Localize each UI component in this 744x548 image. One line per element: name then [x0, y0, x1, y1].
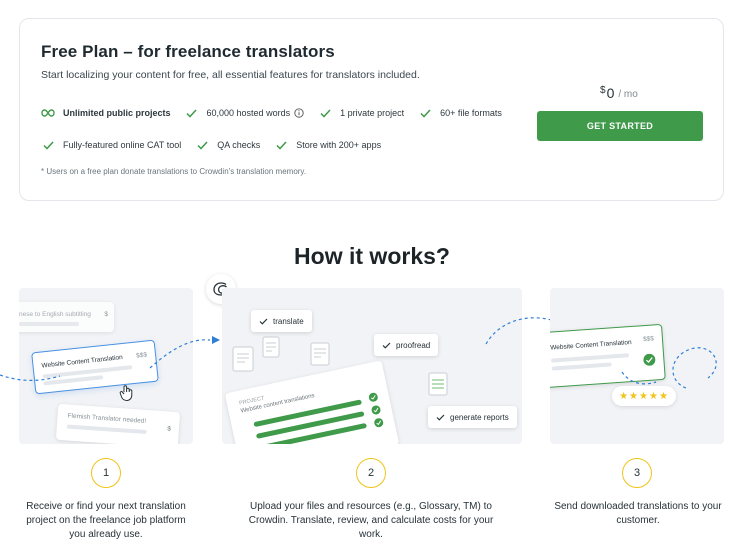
translate-tag: translate — [251, 310, 312, 332]
step-3-illustration: Website Content Translation $$$ ★★★★★ — [550, 288, 724, 444]
info-icon[interactable] — [294, 108, 304, 118]
feature-row-1: Unlimited public projects 60,000 hosted … — [41, 103, 521, 123]
flow-arrow-1 — [0, 336, 220, 381]
document-icon — [232, 346, 254, 377]
document-icon — [310, 342, 330, 371]
check-icon — [41, 139, 55, 151]
step-2-number: 2 — [356, 458, 386, 488]
feature-unlimited-public-projects: Unlimited public projects — [41, 107, 171, 119]
plan-price: $ 0 / mo — [600, 85, 638, 101]
infinity-icon — [41, 107, 55, 119]
price-amount: 0 — [606, 85, 615, 101]
check-icon — [382, 342, 391, 349]
feature-cat-tool: Fully-featured online CAT tool — [41, 139, 181, 151]
price-period: / mo — [618, 89, 638, 100]
how-it-works-title: How it works? — [294, 243, 450, 269]
flow-loop — [672, 347, 717, 389]
get-started-button[interactable]: GET STARTED — [537, 111, 703, 141]
feature-private-project: 1 private project — [318, 107, 404, 119]
feature-qa-checks: QA checks — [195, 139, 260, 151]
step-2-text: Upload your files and resources (e.g., G… — [248, 501, 494, 540]
success-check-icon — [643, 353, 656, 368]
feature-store-apps: Store with 200+ apps — [274, 139, 381, 151]
feature-list: Unlimited public projects 60,000 hosted … — [41, 103, 521, 167]
star-rating: ★★★★★ — [619, 390, 669, 402]
check-icon — [318, 107, 332, 119]
free-plan-card: Free Plan – for freelance translators St… — [19, 18, 724, 201]
flow-arrow-3 — [621, 371, 657, 385]
step-3-text: Send downloaded translations to your cus… — [554, 501, 722, 526]
status-check-icon — [368, 392, 379, 405]
check-icon — [418, 107, 432, 119]
generate-reports-tag: generate reports — [428, 406, 517, 428]
document-icon — [262, 336, 280, 363]
feature-file-formats: 60+ file formats — [418, 107, 502, 119]
plan-title: Free Plan – for freelance translators — [41, 42, 335, 61]
step-3-number: 3 — [622, 458, 652, 488]
proofread-tag: proofread — [374, 334, 439, 356]
spreadsheet-icon — [428, 372, 448, 401]
check-icon — [185, 107, 199, 119]
plan-subtitle: Start localizing your content for free, … — [41, 69, 420, 81]
check-icon — [195, 139, 209, 151]
step-2-illustration: translate proofread generate reports PRO… — [222, 288, 522, 444]
job-card-subtitling: nese to English subtitling $ — [19, 302, 114, 332]
status-check-icon — [371, 405, 382, 418]
plan-footnote: * Users on a free plan donate translatio… — [41, 167, 307, 176]
feature-hosted-words: 60,000 hosted words — [185, 107, 305, 119]
status-check-icon — [373, 417, 384, 430]
check-icon — [274, 139, 288, 151]
step-1-number: 1 — [91, 458, 121, 488]
step-1-text: Receive or find your next translation pr… — [26, 501, 186, 540]
feature-row-2: Fully-featured online CAT tool QA checks… — [41, 135, 521, 155]
job-card-flemish: Flemish Translator needed! $ — [55, 403, 181, 444]
price-currency: $ — [600, 85, 606, 96]
check-icon — [259, 318, 268, 325]
check-icon — [436, 414, 445, 421]
